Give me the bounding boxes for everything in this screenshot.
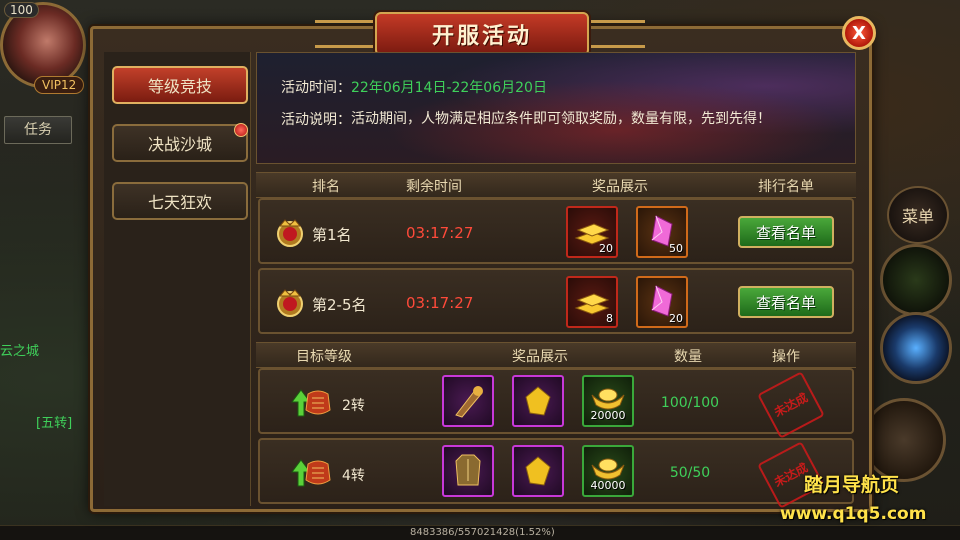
view-list-button[interactable]: 查看名单: [738, 286, 834, 318]
reward-count: 20: [669, 312, 683, 325]
level-row: 4转 40000 50/50 未达成: [258, 438, 854, 509]
reward-slot[interactable]: 20000: [582, 375, 634, 427]
reward-slot[interactable]: 20: [636, 276, 688, 328]
yellow-gem-icon: [525, 386, 551, 416]
reward-count: 40000: [590, 479, 626, 492]
vip-badge[interactable]: VIP12: [34, 76, 85, 94]
col-quantity: 数量: [674, 349, 702, 365]
col-rewards: 奖品展示: [592, 179, 648, 195]
event-info-banner: 活动时间：22年06月14日-22年06月20日 活动说明：活动期间，人物满足相…: [256, 52, 856, 164]
crown-icon: [277, 289, 303, 317]
task-tab[interactable]: 任务: [4, 116, 72, 144]
gauntlet-badge-icon: [305, 460, 331, 485]
reward-slot[interactable]: [512, 375, 564, 427]
side-city-label: 云之城: [0, 344, 40, 359]
reward-slot[interactable]: [442, 375, 494, 427]
xp-text: 8483386/557021428(1.52%): [410, 527, 555, 538]
event-time-row: 活动时间：22年06月14日-22年06月20日: [281, 77, 547, 97]
event-desc-row: 活动说明：活动期间，人物满足相应条件即可领取奖励，数量有限，先到先得！: [281, 109, 771, 129]
time-remaining: 03:17:27: [406, 224, 474, 242]
reward-count: 20: [599, 242, 613, 255]
col-rewards: 奖品展示: [512, 349, 568, 365]
notification-dot-icon: [234, 123, 248, 137]
level-table-header: 目标等级 奖品展示 数量 操作: [256, 342, 856, 368]
reward-count: 20000: [590, 409, 626, 422]
yellow-gem-icon: [525, 456, 551, 486]
reward-count: 50: [669, 242, 683, 255]
player-level: 100: [4, 2, 39, 18]
reward-slot[interactable]: 50: [636, 206, 688, 258]
reward-slot[interactable]: [442, 445, 494, 497]
rank-label: 第1名: [312, 226, 352, 244]
title-ornament-left: [315, 20, 375, 48]
rank-row: 第1名 03:17:27 20 50 查看名单: [258, 198, 854, 264]
rank-table-header: 排名 剩余时间 奖品展示 排行名单: [256, 172, 856, 198]
event-time-value: 22年06月14日-22年06月20日: [351, 80, 547, 96]
reward-slot[interactable]: 20: [566, 206, 618, 258]
time-remaining: 03:17:27: [406, 294, 474, 312]
close-icon: X: [852, 22, 866, 44]
nav-label: 等级竞技: [147, 77, 212, 96]
nav-label: 决战沙城: [147, 135, 212, 154]
col-rank: 排名: [312, 179, 340, 195]
target-level: 2转: [342, 398, 365, 414]
col-time-left: 剩余时间: [406, 179, 462, 195]
dialog-title: 开服活动: [375, 12, 589, 56]
nav-label: 七天狂欢: [147, 193, 212, 212]
col-ranking-list: 排行名单: [758, 179, 814, 195]
col-target-level: 目标等级: [296, 349, 352, 365]
watermark-title: 踏月导航页: [804, 474, 900, 496]
reward-slot[interactable]: 40000: [582, 445, 634, 497]
event-time-label: 活动时间：: [281, 80, 351, 96]
target-level: 4转: [342, 468, 365, 484]
watermark-url: www.q1q5.com: [780, 504, 927, 524]
event-desc-label: 活动说明：: [281, 112, 351, 128]
rank-row: 第2-5名 03:17:27 8 20 查看名单: [258, 268, 854, 334]
level-row: 2转 20000 100/100 未达成: [258, 368, 854, 439]
reward-count: 8: [606, 312, 613, 325]
gauntlet-icon: [455, 386, 483, 418]
menu-button[interactable]: 菜单: [887, 186, 949, 244]
not-reached-stamp: 未达成: [757, 371, 825, 439]
event-nav: 等级竞技 决战沙城 七天狂欢: [104, 52, 251, 506]
gauntlet-badge-icon: [305, 390, 331, 415]
col-action: 操作: [772, 349, 800, 365]
reward-slot[interactable]: 8: [566, 276, 618, 328]
skill-slot-1[interactable]: [880, 244, 952, 316]
nav-city-battle[interactable]: 决战沙城: [112, 123, 248, 162]
event-desc-value: 活动期间，人物满足相应条件即可领取奖励，数量有限，先到先得！: [351, 111, 771, 127]
remaining-quantity: 100/100: [660, 395, 720, 411]
title-ornament-right: [585, 20, 645, 48]
armor-icon: [455, 454, 481, 486]
remaining-quantity: 50/50: [669, 465, 711, 481]
view-list-button[interactable]: 查看名单: [738, 216, 834, 248]
close-button[interactable]: X: [842, 16, 876, 50]
nav-seven-day[interactable]: 七天狂欢: [112, 182, 248, 220]
crown-icon: [277, 219, 303, 247]
rank-label: 第2-5名: [312, 296, 367, 314]
reward-slot[interactable]: [512, 445, 564, 497]
skill-slot-2[interactable]: [880, 312, 952, 384]
nav-level-competition[interactable]: 等级竞技: [112, 66, 248, 104]
side-quest-hint[interactable]: [五转]: [36, 412, 72, 431]
